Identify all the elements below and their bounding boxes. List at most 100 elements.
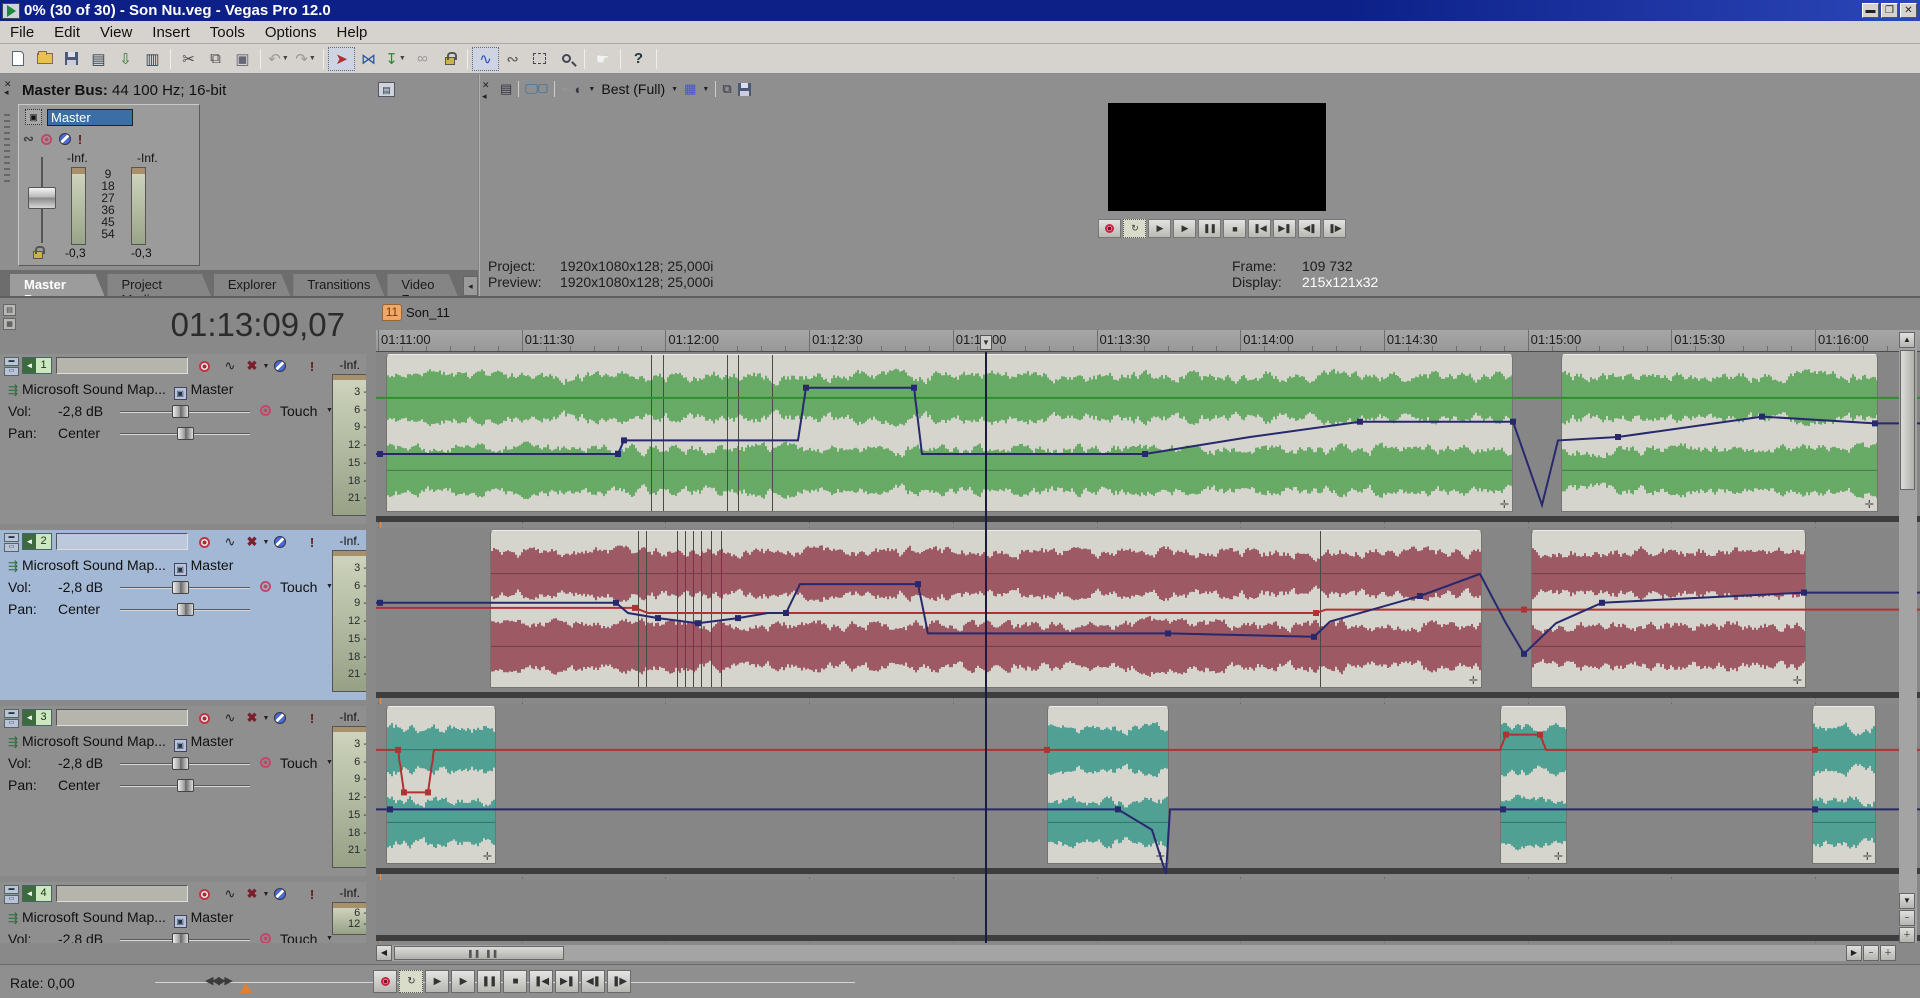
rate-slider-handle[interactable]: ◀◀▶▶ bbox=[205, 974, 231, 987]
solo-icon[interactable] bbox=[272, 887, 288, 901]
chevron-down-icon[interactable]: ▼ bbox=[309, 55, 316, 62]
vol-slider-thumb[interactable] bbox=[172, 581, 189, 594]
phase-icon[interactable]: ! bbox=[304, 711, 320, 725]
envelope-icon[interactable]: ∿ bbox=[222, 887, 238, 901]
master-bus-grip[interactable] bbox=[4, 114, 10, 184]
vertical-scroll-thumb[interactable] bbox=[1900, 350, 1915, 490]
solo-icon[interactable] bbox=[272, 535, 288, 549]
zoom-out-icon[interactable]: − bbox=[1863, 945, 1879, 961]
track-zoom-out-icon[interactable]: − bbox=[1899, 910, 1915, 926]
bus-assign-icon[interactable]: ▣ bbox=[174, 563, 187, 576]
automation-mode[interactable]: Touch bbox=[280, 931, 317, 943]
bus-solo-icon[interactable]: ! bbox=[78, 132, 82, 147]
track-name-field[interactable] bbox=[56, 709, 188, 726]
selection-edit-tool-button[interactable] bbox=[526, 47, 553, 71]
tab-scroll-left-icon[interactable]: ◂ bbox=[463, 276, 478, 296]
chevron-down-icon[interactable]: ▼ bbox=[671, 86, 678, 93]
track-name-field[interactable] bbox=[56, 357, 188, 374]
undo-button[interactable]: ↶▼ bbox=[265, 47, 292, 71]
close-button[interactable]: ✕ bbox=[1900, 3, 1917, 18]
ignore-event-grouping-button[interactable]: ∞ bbox=[409, 47, 436, 71]
pan-slider[interactable] bbox=[120, 433, 250, 435]
track-zoom-in-icon[interactable]: ＋ bbox=[1899, 927, 1915, 943]
pan-value[interactable]: Center bbox=[58, 425, 100, 441]
track-2-header[interactable]: ▬▭◄2∿✖▼!-Inf.⇶ Microsoft Sound Map... ▣ … bbox=[0, 530, 366, 700]
tab-video-f[interactable]: Video F bbox=[387, 274, 457, 296]
play-button[interactable]: ▶ bbox=[451, 970, 475, 993]
track-restore-icon[interactable]: ▭ bbox=[4, 367, 19, 376]
record-button[interactable] bbox=[1098, 219, 1121, 238]
pan-slider-thumb[interactable] bbox=[177, 427, 194, 440]
playhead-handle[interactable]: ▼ bbox=[980, 335, 992, 350]
envelope-icon[interactable]: ∿ bbox=[222, 359, 238, 373]
pan-slider[interactable] bbox=[120, 609, 250, 611]
track-3-header[interactable]: ▬▭◄3∿✖▼!-Inf.⇶ Microsoft Sound Map... ▣ … bbox=[0, 706, 366, 876]
new-project-button[interactable] bbox=[4, 47, 31, 71]
automation-gear-icon[interactable] bbox=[260, 933, 271, 943]
next-frame-button[interactable]: ❚▶ bbox=[607, 970, 631, 993]
pause-button[interactable]: ❚❚ bbox=[1198, 219, 1221, 238]
enable-snapping-button[interactable]: ➤ bbox=[328, 47, 355, 71]
timeline-list-icon[interactable]: ▦ bbox=[3, 318, 16, 330]
vol-slider-thumb[interactable] bbox=[172, 757, 189, 770]
preview-quality-select[interactable]: Best (Full) bbox=[601, 81, 665, 97]
scroll-down-icon[interactable]: ▼ bbox=[1899, 893, 1915, 909]
vol-value[interactable]: -2,8 dB bbox=[58, 755, 103, 771]
vol-slider[interactable] bbox=[120, 587, 250, 589]
pan-value[interactable]: Center bbox=[58, 601, 100, 617]
panel-menu-icon[interactable]: ▤ bbox=[378, 82, 395, 97]
master-bus-close-icon[interactable]: ✕◂ bbox=[4, 80, 12, 96]
bus-assign-icon[interactable]: ▣ bbox=[174, 739, 187, 752]
stop-button[interactable]: ■ bbox=[1223, 219, 1246, 238]
external-monitor-icon[interactable]: 🖵▢ bbox=[525, 81, 547, 97]
import-media-button[interactable]: ⇩ bbox=[112, 47, 139, 71]
horizontal-scrollbar[interactable]: ◀ ❚❚❚❚ ▶ − ＋ bbox=[376, 945, 1896, 961]
chevron-down-icon[interactable]: ▼ bbox=[399, 55, 406, 62]
chevron-down-icon[interactable]: ▼ bbox=[588, 86, 595, 93]
tab-transitions[interactable]: Transitions bbox=[293, 274, 384, 296]
solo-icon[interactable] bbox=[272, 359, 288, 373]
video-preview-close-icon[interactable]: ✕◂ bbox=[482, 80, 494, 110]
auto-ripple-button[interactable]: ↧▼ bbox=[382, 47, 409, 71]
timeline-current-time[interactable]: 01:13:09,07 bbox=[150, 306, 345, 344]
previous-frame-button[interactable]: ◀❚ bbox=[581, 970, 605, 993]
vol-slider[interactable] bbox=[120, 763, 250, 765]
previous-frame-button[interactable]: ◀❚ bbox=[1298, 219, 1321, 238]
solo-icon[interactable] bbox=[272, 711, 288, 725]
routing-icon[interactable]: ⇶ bbox=[8, 559, 18, 573]
automation-gear-icon[interactable] bbox=[260, 757, 271, 768]
vol-value[interactable]: -2.8 dB bbox=[58, 931, 103, 943]
pan-slider[interactable] bbox=[120, 785, 250, 787]
project-properties-button[interactable]: ▤ bbox=[85, 47, 112, 71]
timeline-menu-icon[interactable]: ▤ bbox=[3, 304, 16, 316]
copy-frame-icon[interactable]: ⧉ bbox=[722, 81, 731, 97]
play-from-start-button[interactable]: ▶ bbox=[425, 970, 449, 993]
zoom-edit-tool-button[interactable] bbox=[553, 47, 580, 71]
grid-overlay-icon[interactable]: ▦ bbox=[684, 81, 696, 97]
envelope-edit-tool-button[interactable]: ∾ bbox=[499, 47, 526, 71]
split-screen-icon[interactable]: ◐ bbox=[575, 82, 583, 97]
tab-master-bus[interactable]: Master Bus bbox=[10, 274, 104, 296]
save-frame-icon[interactable] bbox=[738, 83, 751, 96]
automation-gear-icon[interactable] bbox=[41, 134, 52, 145]
envelope-icon[interactable]: ∿ bbox=[222, 711, 238, 725]
minimize-button[interactable]: ▬ bbox=[1862, 3, 1879, 18]
vol-slider[interactable] bbox=[120, 411, 250, 413]
track-2-lane[interactable]: ✛✛ bbox=[376, 528, 1920, 698]
phase-icon[interactable]: ! bbox=[304, 887, 320, 901]
play-from-start-button[interactable]: ▶ bbox=[1148, 219, 1171, 238]
mute-icon[interactable] bbox=[59, 133, 71, 145]
track-restore-icon[interactable]: ▭ bbox=[4, 895, 19, 904]
playhead[interactable] bbox=[985, 352, 987, 943]
track-name-field[interactable] bbox=[56, 885, 188, 902]
pause-button[interactable]: ❚❚ bbox=[477, 970, 501, 993]
menu-help[interactable]: Help bbox=[327, 22, 378, 43]
phase-icon[interactable]: ! bbox=[304, 535, 320, 549]
scroll-right-icon[interactable]: ▶ bbox=[1846, 945, 1862, 961]
open-project-button[interactable] bbox=[31, 47, 58, 71]
vol-value[interactable]: -2,8 dB bbox=[58, 579, 103, 595]
track-minimize-icon[interactable]: ▬ bbox=[4, 357, 19, 366]
edit-details-button[interactable]: ▥ bbox=[139, 47, 166, 71]
save-project-button[interactable] bbox=[58, 47, 85, 71]
go-to-start-button[interactable]: ❚◀ bbox=[1248, 219, 1271, 238]
